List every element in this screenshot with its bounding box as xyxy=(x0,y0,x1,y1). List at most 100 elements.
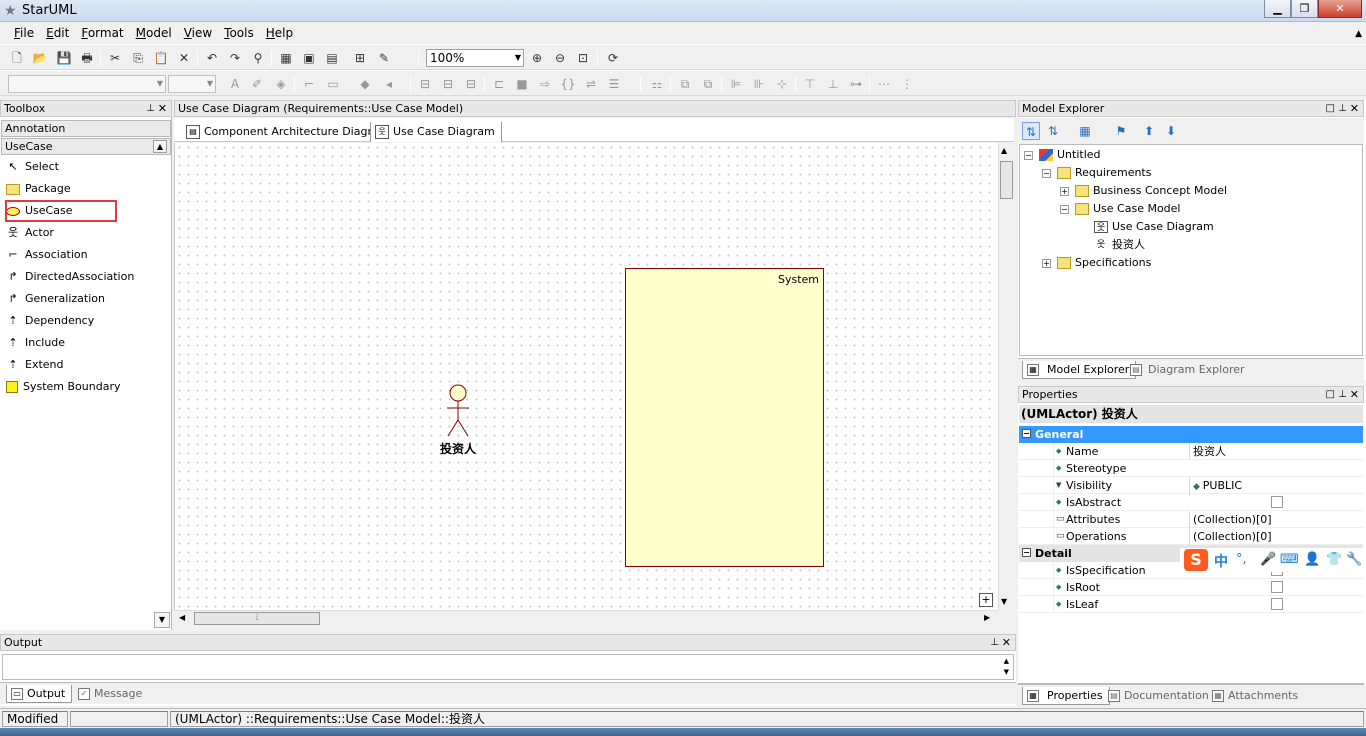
tab-message[interactable]: ✓ Message xyxy=(74,685,148,703)
tree-node-use-case-model[interactable]: − Use Case Model xyxy=(1060,200,1181,218)
actor-investor[interactable]: 投资人 xyxy=(433,384,483,464)
list-icon[interactable]: ☰ xyxy=(605,75,623,93)
scroll-right-arrow-icon[interactable]: ▶ xyxy=(984,613,990,622)
rectangle-icon[interactable]: ■ xyxy=(513,75,531,93)
toolbox-item-association[interactable]: ⌐ Association xyxy=(6,245,166,265)
tree-node-requirements[interactable]: − Requirements xyxy=(1042,164,1151,182)
tab-properties[interactable]: ▦ Properties xyxy=(1022,687,1110,705)
toolbox-item-system-boundary[interactable]: System Boundary xyxy=(6,377,166,397)
menu-tools[interactable]: Tools xyxy=(218,23,260,44)
font-size-select[interactable]: ▼ xyxy=(168,75,216,93)
tree-node-actor[interactable]: 웃 投资人 xyxy=(1094,236,1145,254)
sogou-logo-icon[interactable]: S xyxy=(1184,549,1208,571)
open-folder-icon[interactable]: 📂 xyxy=(31,49,49,67)
bring-front-icon[interactable]: ⧉ xyxy=(676,75,694,93)
menu-help[interactable]: Help xyxy=(260,23,299,44)
filter-icon[interactable]: ⚑ xyxy=(1112,122,1130,140)
send-back-icon[interactable]: ⧉ xyxy=(699,75,717,93)
property-row-isleaf[interactable]: IsLeaf xyxy=(1019,596,1363,613)
tree-node-business-concept-model[interactable]: + Business Concept Model xyxy=(1060,182,1227,200)
isleaf-checkbox[interactable] xyxy=(1271,598,1283,610)
toolbox-item-package[interactable]: Package xyxy=(6,179,166,199)
font-name-select[interactable]: ▼ xyxy=(8,75,166,93)
decoration-icon[interactable]: ⇨ xyxy=(536,75,554,93)
diagram-vertical-scrollbar[interactable]: ▲ ▼ xyxy=(998,143,1014,610)
toolbox-item-directed-association[interactable]: ↱ DirectedAssociation xyxy=(6,267,166,287)
arrange-icon[interactable]: ◂ xyxy=(380,75,398,93)
align-top-icon[interactable]: ⊤ xyxy=(801,75,819,93)
diagram-canvas[interactable]: System 投资人 + xyxy=(174,143,998,610)
copy-icon[interactable]: ⎘ xyxy=(129,49,147,67)
close-panel-icon[interactable]: ✕ xyxy=(158,101,167,116)
toolbox-item-select[interactable]: ↖ Select xyxy=(6,157,166,177)
toolbox-item-include[interactable]: ⇡ Include xyxy=(6,333,166,353)
name-value[interactable]: 投资人 xyxy=(1189,443,1363,460)
maximize-panel-icon[interactable]: □ xyxy=(1326,387,1335,402)
ime-language-toggle[interactable]: 中 xyxy=(1214,551,1228,571)
tab-attachments[interactable]: ▦ Attachments xyxy=(1208,687,1304,705)
suppress-operations-icon[interactable]: ⊟ xyxy=(439,75,457,93)
isroot-checkbox[interactable] xyxy=(1271,581,1283,593)
suppress-attributes-icon[interactable]: ⊟ xyxy=(416,75,434,93)
fill-color-icon[interactable]: ◈ xyxy=(272,75,290,93)
undo-icon[interactable]: ↶ xyxy=(203,49,221,67)
toolbox-category-annotation[interactable]: Annotation xyxy=(1,120,171,137)
add-element-icon[interactable]: ▦ xyxy=(1076,122,1094,140)
add-diagram-icon[interactable]: ▦ xyxy=(277,49,295,67)
pin-icon[interactable]: ⊥ xyxy=(1338,101,1347,116)
export-icon[interactable]: ⊞ xyxy=(351,49,369,67)
tree-node-specifications[interactable]: + Specifications xyxy=(1042,254,1151,272)
move-up-icon[interactable]: ⬆ xyxy=(1140,122,1158,140)
tab-model-explorer[interactable]: ▦ Model Explorer xyxy=(1022,361,1137,379)
collapse-icon[interactable]: − xyxy=(1022,548,1031,557)
align-bottom-icon[interactable]: ⊥ xyxy=(824,75,842,93)
chevron-up-icon[interactable]: ▲ xyxy=(153,140,167,153)
tab-documentation[interactable]: ▤ Documentation xyxy=(1104,687,1215,705)
toolbox-category-usecase[interactable]: UseCase ▲ xyxy=(1,138,171,155)
braces-icon[interactable]: {} xyxy=(559,75,577,93)
section-general[interactable]: − General xyxy=(1019,426,1363,443)
operations-value[interactable]: (Collection)[0] xyxy=(1189,528,1363,545)
tab-diagram-explorer[interactable]: ▤ Diagram Explorer xyxy=(1126,361,1251,379)
collapse-icon[interactable]: − xyxy=(1022,429,1031,438)
zoom-select[interactable]: 100% ▼ xyxy=(426,49,524,67)
close-panel-icon[interactable]: ✕ xyxy=(1350,101,1359,116)
new-file-icon[interactable]: 🗋 xyxy=(8,49,26,67)
scroll-down-arrow-icon[interactable]: ▼ xyxy=(1001,597,1007,606)
toolbox-item-actor[interactable]: 웃 Actor xyxy=(6,223,166,243)
redo-icon[interactable]: ↷ xyxy=(226,49,244,67)
microphone-icon[interactable]: 🎤 xyxy=(1260,552,1276,567)
align-left-icon[interactable]: ⊫ xyxy=(727,75,745,93)
save-icon[interactable]: 💾 xyxy=(55,49,73,67)
space-vertical-icon[interactable]: ⋮ xyxy=(898,75,916,93)
punctuation-icon[interactable]: °, xyxy=(1236,552,1247,567)
toolbox-item-extend[interactable]: ⇡ Extend xyxy=(6,355,166,375)
line-style-menu-icon[interactable]: ▭ xyxy=(324,75,342,93)
show-properties-icon[interactable]: ⊟ xyxy=(462,75,480,93)
menu-file[interactable]: File xyxy=(8,23,40,44)
collapse-icon[interactable]: − xyxy=(1024,150,1033,160)
collapse-icon[interactable]: − xyxy=(1042,168,1051,178)
collapse-icon[interactable]: − xyxy=(1060,204,1069,214)
refresh-icon[interactable]: ⟳ xyxy=(604,49,622,67)
align-center-icon[interactable]: ⊹ xyxy=(773,75,791,93)
wrench-icon[interactable]: 🔧 xyxy=(1346,552,1362,567)
line-style-icon[interactable]: ⌐ xyxy=(300,75,318,93)
output-text-area[interactable]: ▲ ▼ xyxy=(2,654,1014,680)
scroll-left-arrow-icon[interactable]: ◀ xyxy=(179,613,185,622)
toolbox-item-generalization[interactable]: ↱ Generalization xyxy=(6,289,166,309)
scroll-up-arrow-icon[interactable]: ▲ xyxy=(1001,146,1007,155)
sort-by-kind-icon[interactable]: ⇅ xyxy=(1044,122,1062,140)
isabstract-checkbox[interactable] xyxy=(1271,496,1283,508)
property-row-stereotype[interactable]: Stereotype xyxy=(1019,460,1363,477)
property-row-name[interactable]: Name投资人 xyxy=(1019,443,1363,460)
scroll-up-arrow-icon[interactable]: ▲ xyxy=(1004,657,1009,665)
system-boundary[interactable]: System xyxy=(625,268,824,567)
find-binoculars-icon[interactable]: ⚲ xyxy=(249,49,267,67)
tab-output[interactable]: ▭ Output xyxy=(6,685,73,703)
print-icon[interactable]: 🖶 xyxy=(78,49,96,67)
tab-component-architecture-diagram[interactable]: ▤ Component Architecture Diagram xyxy=(182,122,395,142)
scrollbar-thumb[interactable]: ⦙ xyxy=(194,612,320,625)
toolbox-item-dependency[interactable]: ⇡ Dependency xyxy=(6,311,166,331)
menu-format[interactable]: Format xyxy=(75,23,129,44)
